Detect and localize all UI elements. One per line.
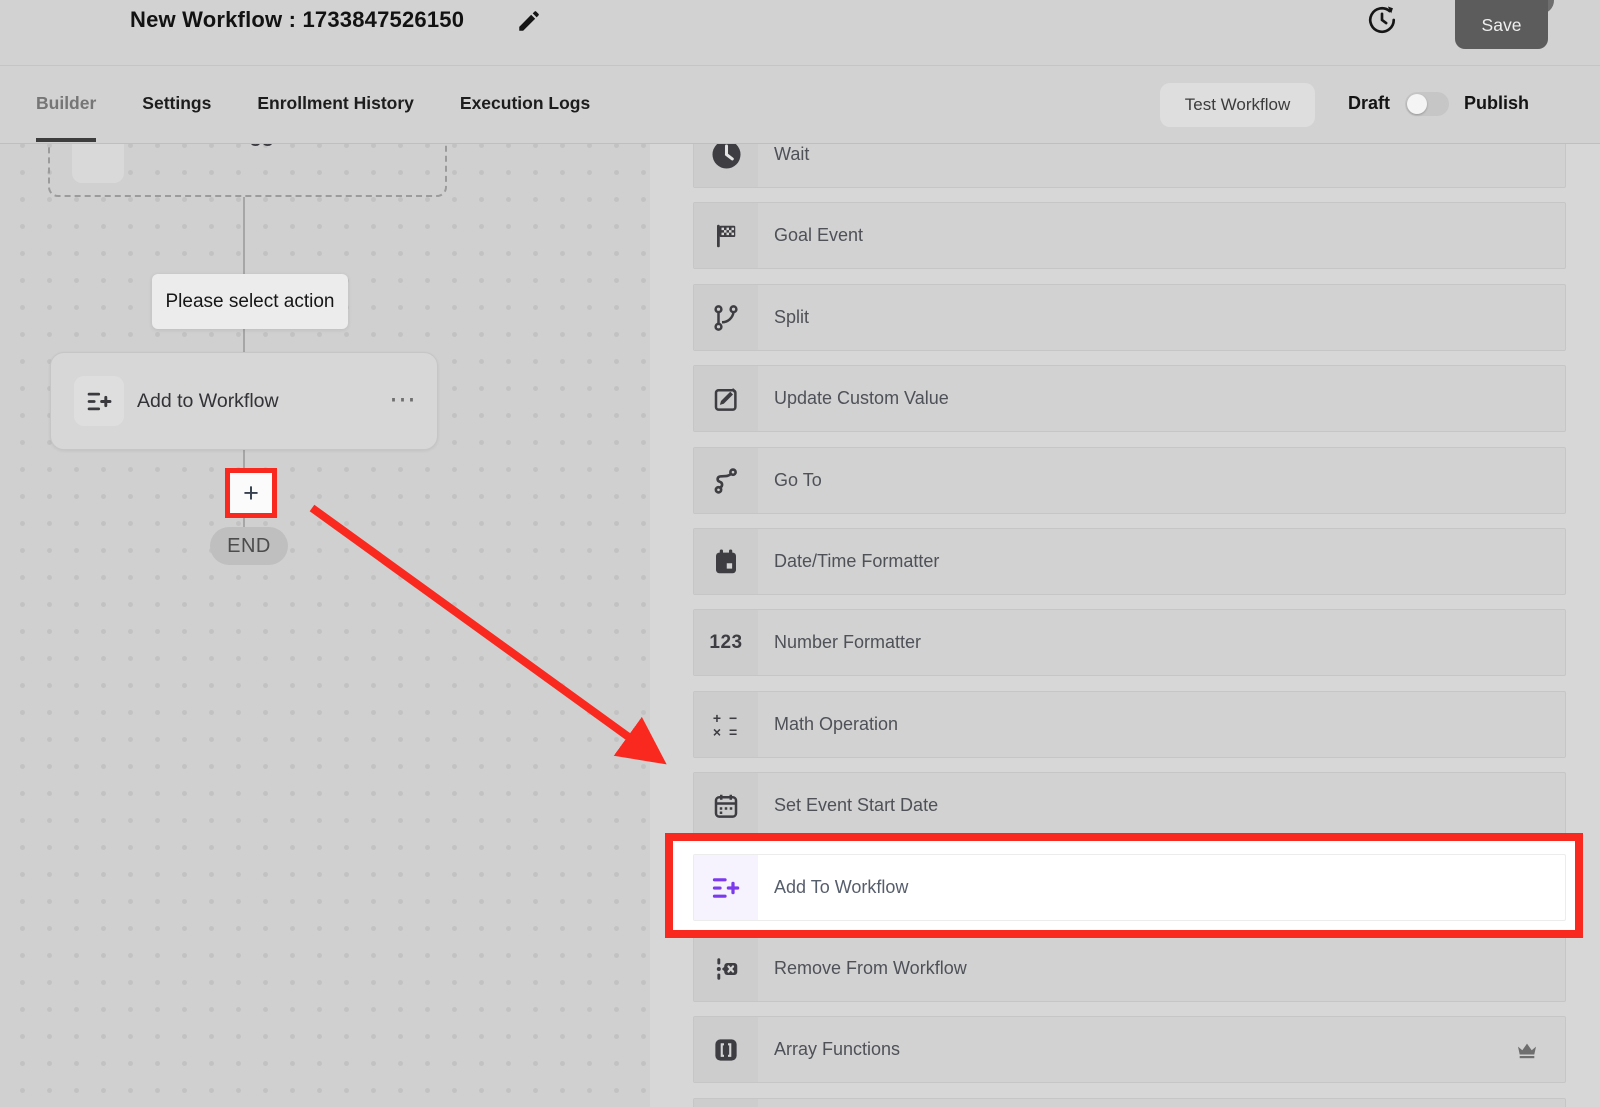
action-item-update-custom-value[interactable]: Update Custom Value — [693, 365, 1566, 432]
page-title: New Workflow : 1733847526150 — [130, 7, 464, 33]
tab-builder[interactable]: Builder — [36, 65, 96, 142]
add-action-plus-button[interactable]: + — [225, 468, 277, 518]
action-item-go-to[interactable]: Go To — [693, 447, 1566, 514]
action-item-remove-from-workflow[interactable]: Remove From Workflow — [693, 935, 1566, 1002]
trigger-icon-placeholder — [72, 143, 124, 183]
header: New Workflow : 1733847526150 Save — [0, 0, 1600, 66]
go-to-icon — [694, 448, 758, 513]
tab-enrollment-history[interactable]: Enrollment History — [257, 65, 414, 142]
split-icon — [694, 285, 758, 350]
goal-event-icon — [694, 203, 758, 268]
add-to-workflow-node[interactable]: Add to Workflow ⋯ — [50, 352, 438, 450]
remove-from-workflow-icon — [694, 936, 758, 1001]
action-item-label: Update Custom Value — [758, 366, 949, 431]
datetime-formatter-icon — [694, 529, 758, 594]
array-functions-icon — [694, 1017, 758, 1082]
toggle-knob — [1407, 94, 1427, 114]
add-to-workflow-icon — [694, 855, 758, 920]
end-badge: END — [210, 527, 288, 565]
action-item-label: Split — [758, 285, 809, 350]
action-item-label: Remove From Workflow — [758, 936, 967, 1001]
action-item-label: Math Operation — [758, 692, 898, 757]
workflow-canvas: Add New Trigger Please select action Add… — [0, 143, 650, 1107]
add-new-trigger-box[interactable]: Add New Trigger — [48, 143, 447, 197]
publish-toggle[interactable] — [1405, 92, 1449, 116]
draft-label: Draft — [1348, 93, 1390, 114]
tab-settings[interactable]: Settings — [142, 65, 211, 142]
wait-icon — [694, 143, 758, 187]
action-picker-panel: Wait Goal Event Split Update Custom Valu… — [650, 143, 1600, 1107]
action-item-label: Array Functions — [758, 1017, 900, 1082]
action-item-label: Add To Workflow — [758, 855, 908, 920]
tabs: Builder Settings Enrollment History Executi… — [36, 65, 590, 142]
node-label: Add to Workflow — [137, 353, 279, 449]
select-action-tooltip: Please select action — [152, 274, 348, 329]
premium-crown-icon — [1513, 1017, 1541, 1082]
action-item-set-event-start-date[interactable]: Set Event Start Date — [693, 772, 1566, 839]
workflow-builder-app: New Workflow : 1733847526150 Save Builde… — [0, 0, 1600, 1107]
action-item-math-operation[interactable]: + −× = Math Operation — [693, 691, 1566, 758]
action-item-add-to-workflow[interactable]: Add To Workflow — [693, 854, 1566, 921]
action-item-number-formatter[interactable]: 123 Number Formatter — [693, 609, 1566, 676]
action-item-wait[interactable]: Wait — [693, 143, 1566, 188]
action-item-label: Number Formatter — [758, 610, 921, 675]
number-formatter-icon: 123 — [694, 610, 758, 675]
action-item-label: Wait — [758, 143, 809, 187]
version-history-icon[interactable] — [1366, 4, 1398, 36]
publish-controls: Draft Publish — [1348, 65, 1529, 142]
add-to-workflow-icon — [86, 388, 113, 415]
action-item-array-functions[interactable]: Array Functions — [693, 1016, 1566, 1083]
action-item-label: Set Event Start Date — [758, 773, 938, 838]
publish-label: Publish — [1464, 93, 1529, 114]
tab-execution-logs[interactable]: Execution Logs — [460, 65, 590, 142]
action-item-goal-event[interactable]: Goal Event — [693, 202, 1566, 269]
action-item-label: Go To — [758, 448, 822, 513]
edit-title-pencil-icon[interactable] — [516, 8, 542, 34]
save-button[interactable]: Save — [1455, 0, 1548, 49]
action-item-split[interactable]: Split — [693, 284, 1566, 351]
math-operation-icon: + −× = — [694, 692, 758, 757]
action-item-partial[interactable] — [693, 1098, 1566, 1107]
node-icon-box — [74, 376, 124, 426]
test-workflow-button[interactable]: Test Workflow — [1160, 83, 1315, 127]
set-event-start-date-icon — [694, 773, 758, 838]
node-menu-dots-icon[interactable]: ⋯ — [389, 353, 417, 445]
action-item-label: Goal Event — [758, 203, 863, 268]
tab-bar: Builder Settings Enrollment History Executi… — [0, 65, 1600, 144]
update-custom-value-icon — [694, 366, 758, 431]
action-item-date-time-formatter[interactable]: Date/Time Formatter — [693, 528, 1566, 595]
action-item-label: Date/Time Formatter — [758, 529, 939, 594]
